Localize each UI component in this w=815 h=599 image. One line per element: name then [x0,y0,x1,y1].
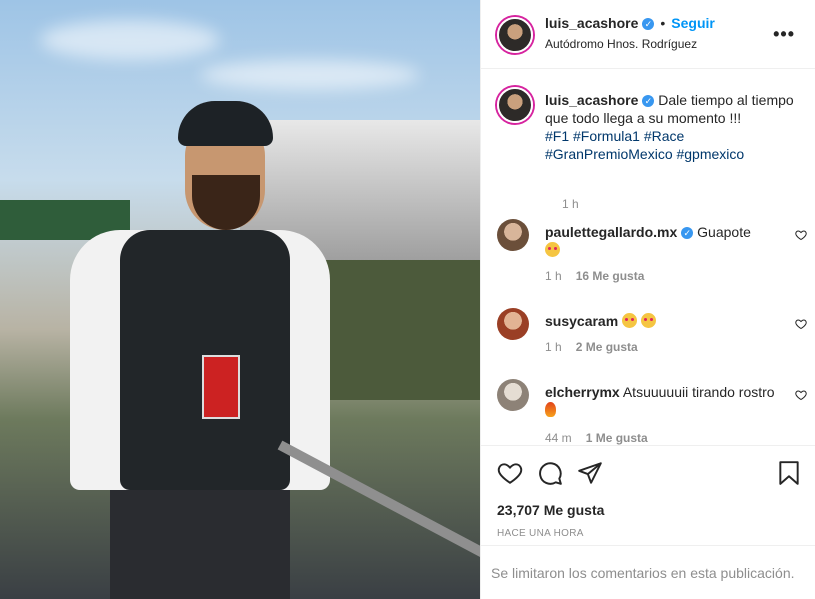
comment-likes[interactable]: 16 Me gusta [576,269,645,283]
commenter-username[interactable]: elcherrymx [545,384,620,400]
verified-badge-icon: ✓ [642,95,655,108]
commenter-avatar[interactable] [497,219,529,251]
caption-time[interactable]: 1 h [562,197,579,211]
comment-text: elcherrymx Atsuuuuuii tirando rostro [545,383,775,419]
commenter-username[interactable]: susycaram [545,313,618,329]
heart-eyes-emoji-icon [640,313,656,328]
verified-badge-icon: ✓ [681,227,694,240]
author-row: luis_acashore ✓ • Seguir [545,15,715,31]
hashtags-line-1[interactable]: #F1 #Formula1 #Race [545,128,684,144]
likes-count[interactable]: 23,707 Me gusta [497,502,604,518]
comment-meta: 44 m 1 Me gusta [545,431,648,445]
separator-dot: • [660,15,666,31]
fire-emoji-icon [545,402,556,417]
comment-time[interactable]: 1 h [545,340,562,354]
comment-likes[interactable]: 1 Me gusta [586,431,648,445]
comment-like-heart-icon[interactable] [795,318,807,330]
author-avatar[interactable] [497,17,533,53]
comment-text: susycaram [545,312,775,330]
comments-section[interactable]: luis_acashore ✓ Dale tiempo al tiempo que… [480,69,815,445]
post-actions: 23,707 Me gusta HACE UNA HORA [480,445,815,545]
caption-avatar[interactable] [497,87,533,123]
commenter-username[interactable]: paulettegallardo.mx [545,224,677,240]
post-header: luis_acashore ✓ • Seguir Autódromo Hnos. Ro… [480,0,815,69]
verified-badge-icon: ✓ [642,18,655,31]
cloud [200,60,420,90]
post-photo[interactable] [0,0,480,599]
post-timestamp[interactable]: HACE UNA HORA [497,528,584,539]
comment-time[interactable]: 1 h [545,269,562,283]
comment-likes[interactable]: 2 Me gusta [576,340,638,354]
commenter-avatar[interactable] [497,379,529,411]
follow-button[interactable]: Seguir [671,15,715,31]
pants [110,490,290,599]
caption-username[interactable]: luis_acashore [545,92,638,108]
comments-limited-notice: Se limitaron los comentarios en esta pub… [480,545,815,599]
share-icon[interactable] [577,460,603,486]
comment-like-heart-icon[interactable] [795,389,807,401]
comment-body: Atsuuuuuii tirando rostro [622,384,775,400]
comment-text: paulettegallardo.mx ✓ Guapote [545,223,775,259]
location-link[interactable]: Autódromo Hnos. Rodríguez [545,37,697,51]
cloud [40,20,220,60]
comment-time[interactable]: 44 m [545,431,572,445]
hashtags-line-2[interactable]: #GranPremioMexico #gpmexico [545,146,744,162]
person [70,95,330,599]
credential-badge [202,355,240,419]
bookmark-icon[interactable] [777,460,801,486]
heart-eyes-emoji-icon [622,313,638,328]
comment-like-heart-icon[interactable] [795,229,807,241]
comment-icon[interactable] [537,460,563,486]
author-username[interactable]: luis_acashore [545,15,638,31]
heart-icon[interactable] [497,460,523,486]
more-options-icon[interactable]: ••• [773,24,795,45]
cap [178,101,273,146]
comment-body: Guapote [697,224,751,240]
comment-meta: 1 h 2 Me gusta [545,340,638,354]
caption-text: luis_acashore ✓ Dale tiempo al tiempo que… [545,91,795,163]
comment-meta: 1 h 16 Me gusta [545,269,644,283]
commenter-avatar[interactable] [497,308,529,340]
heart-eyes-emoji-icon [545,242,560,257]
